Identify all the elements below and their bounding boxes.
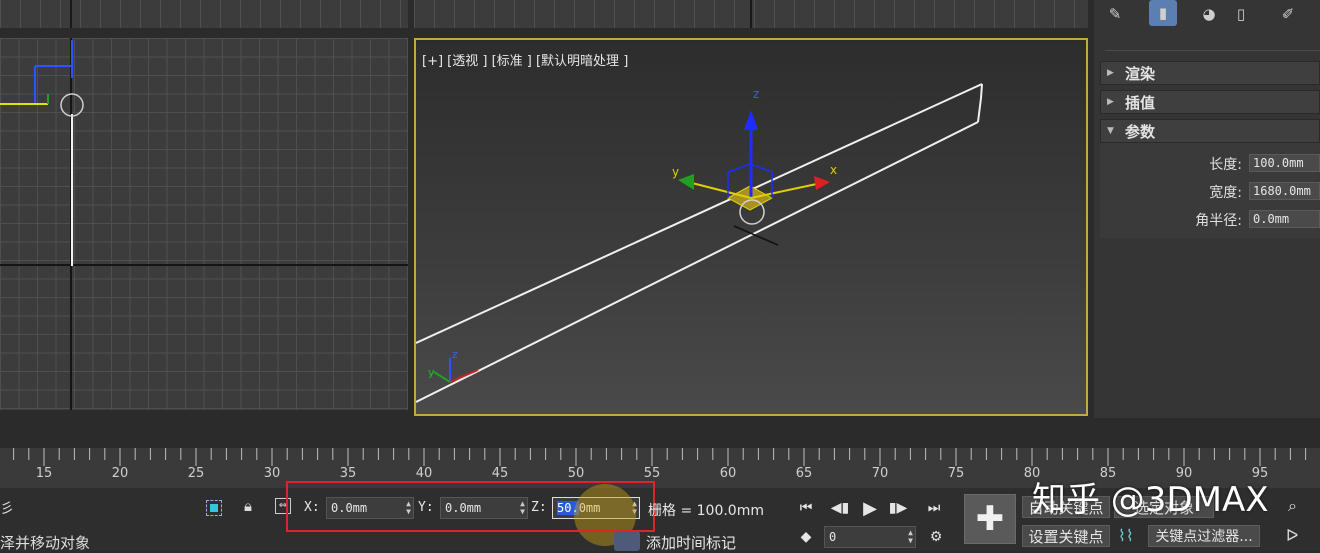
set-key-big-button[interactable]: ✚	[964, 494, 1016, 544]
go-to-end-icon[interactable]: ⏭	[922, 497, 946, 519]
rollout-parameters[interactable]: ▼ 参数	[1100, 119, 1320, 143]
frame-field[interactable]: 0 ▲ ▼	[824, 526, 916, 548]
orbit-icon[interactable]: ᐅ	[1286, 526, 1298, 545]
tripod-y-label: y	[428, 366, 435, 379]
time-config-icon[interactable]: ⚙	[924, 526, 948, 548]
timeline-tick-label: 65	[795, 466, 813, 481]
gizmo-z-label: z	[753, 87, 759, 101]
axis-tripod	[433, 358, 479, 383]
key-filters-button[interactable]: 关键点过滤器...	[1148, 525, 1260, 547]
spinner-icon[interactable]: ▲ ▼	[908, 529, 913, 545]
width-field[interactable]: 1680.0mm	[1249, 182, 1320, 200]
pin-icon[interactable]: ✎	[1104, 3, 1126, 25]
corner-radius-label: 角半径:	[1195, 213, 1242, 229]
scene-canvas: z x y z y	[416, 83, 983, 403]
timeline-tick-label: 40	[415, 466, 433, 481]
viewport-axis-horizontal	[0, 264, 408, 266]
timeline-tick-label: 75	[947, 466, 965, 481]
go-to-start-icon[interactable]: ⏮	[794, 497, 818, 519]
gizmo-x-label: x	[830, 163, 837, 177]
timeline-tick-label: 30	[263, 466, 281, 481]
length-label: 长度:	[1209, 157, 1242, 173]
collapse-arrow-icon: ▶	[1107, 68, 1114, 78]
grid-readout: 栅格 = 100.0mm	[648, 503, 764, 519]
rollout-render[interactable]: ▶ 渲染	[1100, 61, 1320, 85]
timeline-tick-label: 70	[871, 466, 889, 481]
viewport-left[interactable]	[0, 38, 408, 410]
timeline-tick-label: 20	[111, 466, 129, 481]
rollout-interpolation[interactable]: ▶ 插值	[1100, 90, 1320, 114]
configure-icon[interactable]: ✐	[1277, 3, 1299, 25]
collapse-arrow-icon: ▶	[1107, 97, 1114, 107]
panel-divider	[1105, 50, 1320, 51]
expand-arrow-icon: ▼	[1107, 126, 1114, 136]
length-field[interactable]: 100.0mm	[1249, 154, 1320, 172]
timeline-ticks	[13, 448, 1307, 466]
timeline-tick-label: 25	[187, 466, 205, 481]
add-time-tag[interactable]: 添加时间标记	[646, 532, 736, 553]
width-label: 宽度:	[1209, 185, 1242, 201]
lock-icon[interactable]: 🔒︎	[244, 497, 252, 515]
timeline-tick-label: 35	[339, 466, 357, 481]
beam-wireframe	[416, 83, 983, 403]
key-mode-icon[interactable]: ◆	[794, 526, 818, 548]
viewport-top-left-strip[interactable]	[0, 0, 408, 28]
timeline-tick-label: 60	[719, 466, 737, 481]
corner-radius-field[interactable]: 0.0mm	[1249, 210, 1320, 228]
timeline-tick-label: 50	[567, 466, 585, 481]
hierarchy-icon[interactable]: ◕	[1198, 3, 1220, 25]
status-prompt-top: 彡	[0, 501, 14, 517]
annotation-highlight-box	[286, 481, 655, 532]
viewport-top-right-strip[interactable]	[414, 0, 1088, 28]
modify-icon[interactable]: ▮	[1149, 0, 1177, 26]
timeline-tick-label: 15	[35, 466, 53, 481]
timeline-tick-label: 55	[643, 466, 661, 481]
watermark: 知乎 @3DMAX	[1032, 480, 1269, 520]
set-key-button[interactable]: 设置关键点	[1022, 525, 1110, 547]
trash-icon[interactable]: ▯	[1230, 3, 1252, 25]
time-tag-icon[interactable]	[614, 531, 640, 551]
tripod-z-label: z	[452, 348, 458, 361]
move-gizmo	[678, 110, 830, 246]
transform-gizmo	[0, 40, 84, 117]
status-prompt-bottom: 泽并移动对象	[0, 534, 91, 552]
next-frame-icon[interactable]: ▮▶	[886, 497, 910, 519]
viewport-perspective[interactable]: [+] [透视 ] [标准 ] [默认明暗处理 ] z x y z y	[414, 38, 1088, 416]
key-filter-icon[interactable]: ⌇⌇	[1118, 526, 1134, 545]
previous-frame-icon[interactable]: ◀▮	[828, 497, 852, 519]
zoom-icon[interactable]: ⌕	[1288, 496, 1297, 516]
timeline-tick-label: 45	[491, 466, 509, 481]
isolate-selection-icon[interactable]	[206, 500, 222, 516]
play-icon[interactable]: ▶	[858, 497, 882, 519]
gizmo-y-label: y	[672, 165, 679, 179]
